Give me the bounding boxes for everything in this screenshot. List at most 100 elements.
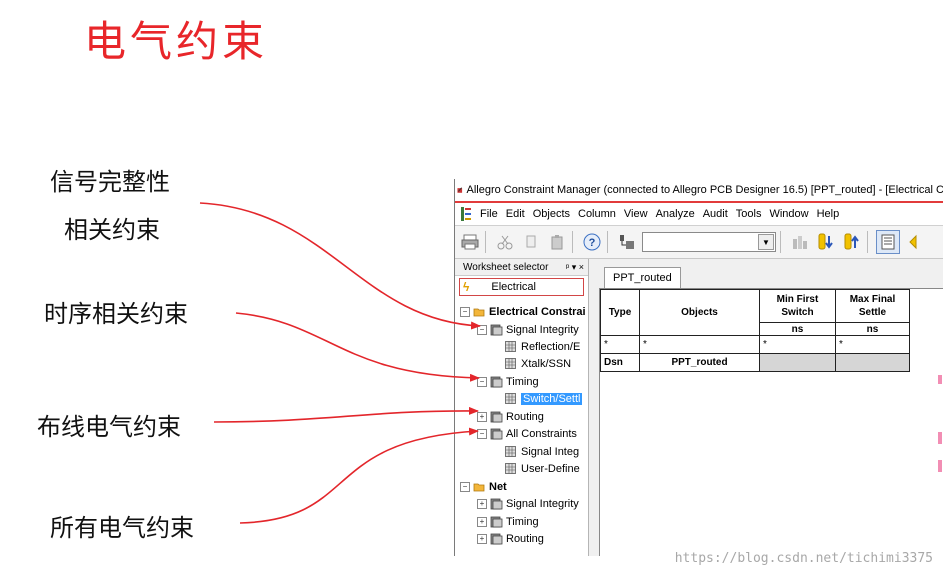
filter-icon[interactable] [616, 231, 638, 253]
tree-item[interactable]: − Timing [477, 374, 539, 390]
chevron-down-icon[interactable]: ▼ [758, 234, 774, 250]
app-icon [457, 187, 463, 193]
cut-icon[interactable] [494, 231, 516, 253]
tree-item[interactable]: + Routing [477, 531, 544, 547]
col-header-objects[interactable]: Objects [639, 289, 760, 336]
slide-title: 电气约束 [84, 17, 269, 66]
menu-file[interactable]: File [476, 208, 502, 220]
toolbar-separator [780, 231, 781, 253]
diamond-icon[interactable] [902, 231, 924, 253]
constraint-manager-window: Allegro Constraint Manager (connected to… [454, 179, 943, 556]
tree-item[interactable]: Signal Integ [495, 444, 579, 460]
prev-icon[interactable] [815, 231, 837, 253]
worksheet-selector-title: Worksheet selector [463, 261, 549, 273]
tree-item[interactable]: + Signal Integrity [477, 496, 579, 512]
tree-item[interactable]: − Signal Integrity [477, 322, 579, 338]
expand-icon[interactable]: + [477, 412, 487, 422]
tree-item-label: Signal Integ [521, 446, 580, 458]
menu-edit[interactable]: Edit [502, 208, 529, 220]
col-header-min-line1: Min First [776, 294, 819, 305]
worksheet-selector-header: Worksheet selector ᵖ ▾ × [455, 259, 588, 276]
tree-item-label: Switch/Settl [521, 393, 583, 405]
menu-help[interactable]: Help [813, 208, 844, 220]
worksheet-group-icon [490, 498, 503, 510]
toolbar-separator [607, 231, 608, 253]
paste-icon[interactable] [546, 231, 568, 253]
expand-icon[interactable]: + [477, 499, 487, 509]
label-all-constraints: 所有电气约束 [50, 514, 194, 542]
arrow-timing [235, 312, 480, 382]
worksheet-group-icon [490, 533, 503, 545]
expand-icon[interactable]: + [477, 534, 487, 544]
tab-ppt-routed[interactable]: PPT_routed [604, 267, 681, 288]
pane-controls[interactable]: ᵖ ▾ × [566, 262, 588, 273]
menu-analyze[interactable]: Analyze [652, 208, 699, 220]
filter-cell-min[interactable]: * [759, 335, 836, 354]
tree-item-label: All Constraints [506, 428, 577, 440]
filter-cell-type[interactable]: * [600, 335, 640, 354]
help-icon[interactable]: ? [581, 231, 603, 253]
menu-objects[interactable]: Objects [529, 208, 574, 220]
cell-min[interactable] [759, 353, 836, 372]
collapse-icon[interactable]: − [460, 307, 470, 317]
filter-cell-objects[interactable]: * [639, 335, 760, 354]
tree-item[interactable]: + Timing [477, 514, 539, 530]
worksheet-combo[interactable]: ▼ [642, 232, 776, 252]
expand-icon[interactable]: + [477, 517, 487, 527]
tree-item[interactable]: + Routing [477, 409, 544, 425]
tree-item[interactable]: − All Constraints [477, 426, 577, 442]
spreadsheet: Type Objects Min First Switch Max Final … [599, 288, 943, 556]
tree-item[interactable]: Xtalk/SSN [495, 356, 571, 372]
collapse-icon[interactable]: − [460, 482, 470, 492]
copy-icon[interactable] [520, 231, 542, 253]
sheet-icon[interactable] [876, 230, 900, 254]
tree-item[interactable]: Reflection/E [495, 339, 580, 355]
label-related-constraints: 相关约束 [64, 216, 160, 244]
worksheet-icon [505, 463, 517, 475]
tree-item[interactable]: − Net [460, 479, 507, 495]
menu-window[interactable]: Window [765, 208, 812, 220]
tree-item[interactable]: User-Define [495, 461, 580, 477]
col-header-min-first-switch[interactable]: Min First Switch [759, 289, 836, 323]
worksheet-area: PPT_routed Type Objects Min First Switch… [589, 259, 943, 556]
arrow-signal-integrity [199, 202, 481, 330]
electrical-domain-button[interactable]: ϟ Electrical [459, 278, 584, 296]
tree-item-label: Signal Integrity [506, 324, 579, 336]
cell-objects[interactable]: PPT_routed [639, 353, 760, 372]
worksheet-icon [505, 393, 517, 405]
tree-item-label: Reflection/E [521, 341, 581, 353]
menu-view[interactable]: View [620, 208, 652, 220]
tree-item[interactable]: − Electrical Constrai [460, 304, 586, 320]
tree-item-label: Signal Integrity [506, 498, 579, 510]
flow-icon[interactable] [789, 231, 811, 253]
menu-column[interactable]: Column [574, 208, 620, 220]
window-title: Allegro Constraint Manager (connected to… [466, 184, 943, 196]
tree-item-label: Net [489, 481, 507, 493]
collapse-icon[interactable]: − [477, 429, 487, 439]
menu-bar: File Edit Objects Column View Analyze Au… [455, 203, 943, 226]
tree-item[interactable]: Switch/Settl [495, 391, 583, 407]
col-header-type[interactable]: Type [600, 289, 640, 336]
pink-mark [938, 432, 942, 444]
cell-type[interactable]: Dsn [600, 353, 640, 372]
folder-icon [473, 481, 485, 493]
worksheet-group-icon [490, 376, 503, 388]
next-icon[interactable] [841, 231, 863, 253]
collapse-icon[interactable]: − [477, 377, 487, 387]
tree-item-label: User-Define [521, 463, 580, 475]
print-icon[interactable] [459, 231, 481, 253]
pink-mark [938, 375, 942, 384]
col-header-max-final-settle[interactable]: Max Final Settle [835, 289, 910, 323]
tree-item-label: Electrical Constrai [489, 306, 586, 318]
filter-cell-max[interactable]: * [835, 335, 910, 354]
svg-text:?: ? [589, 237, 596, 249]
menu-audit[interactable]: Audit [699, 208, 732, 220]
folder-icon [473, 306, 485, 318]
col-header-min-line2: Switch [781, 307, 814, 318]
collapse-icon[interactable]: − [477, 325, 487, 335]
tree-item-label: Routing [506, 533, 544, 545]
table-row[interactable]: Dsn PPT_routed [600, 353, 910, 372]
cell-max[interactable] [835, 353, 910, 372]
worksheet-icon [505, 358, 517, 370]
menu-tools[interactable]: Tools [732, 208, 766, 220]
